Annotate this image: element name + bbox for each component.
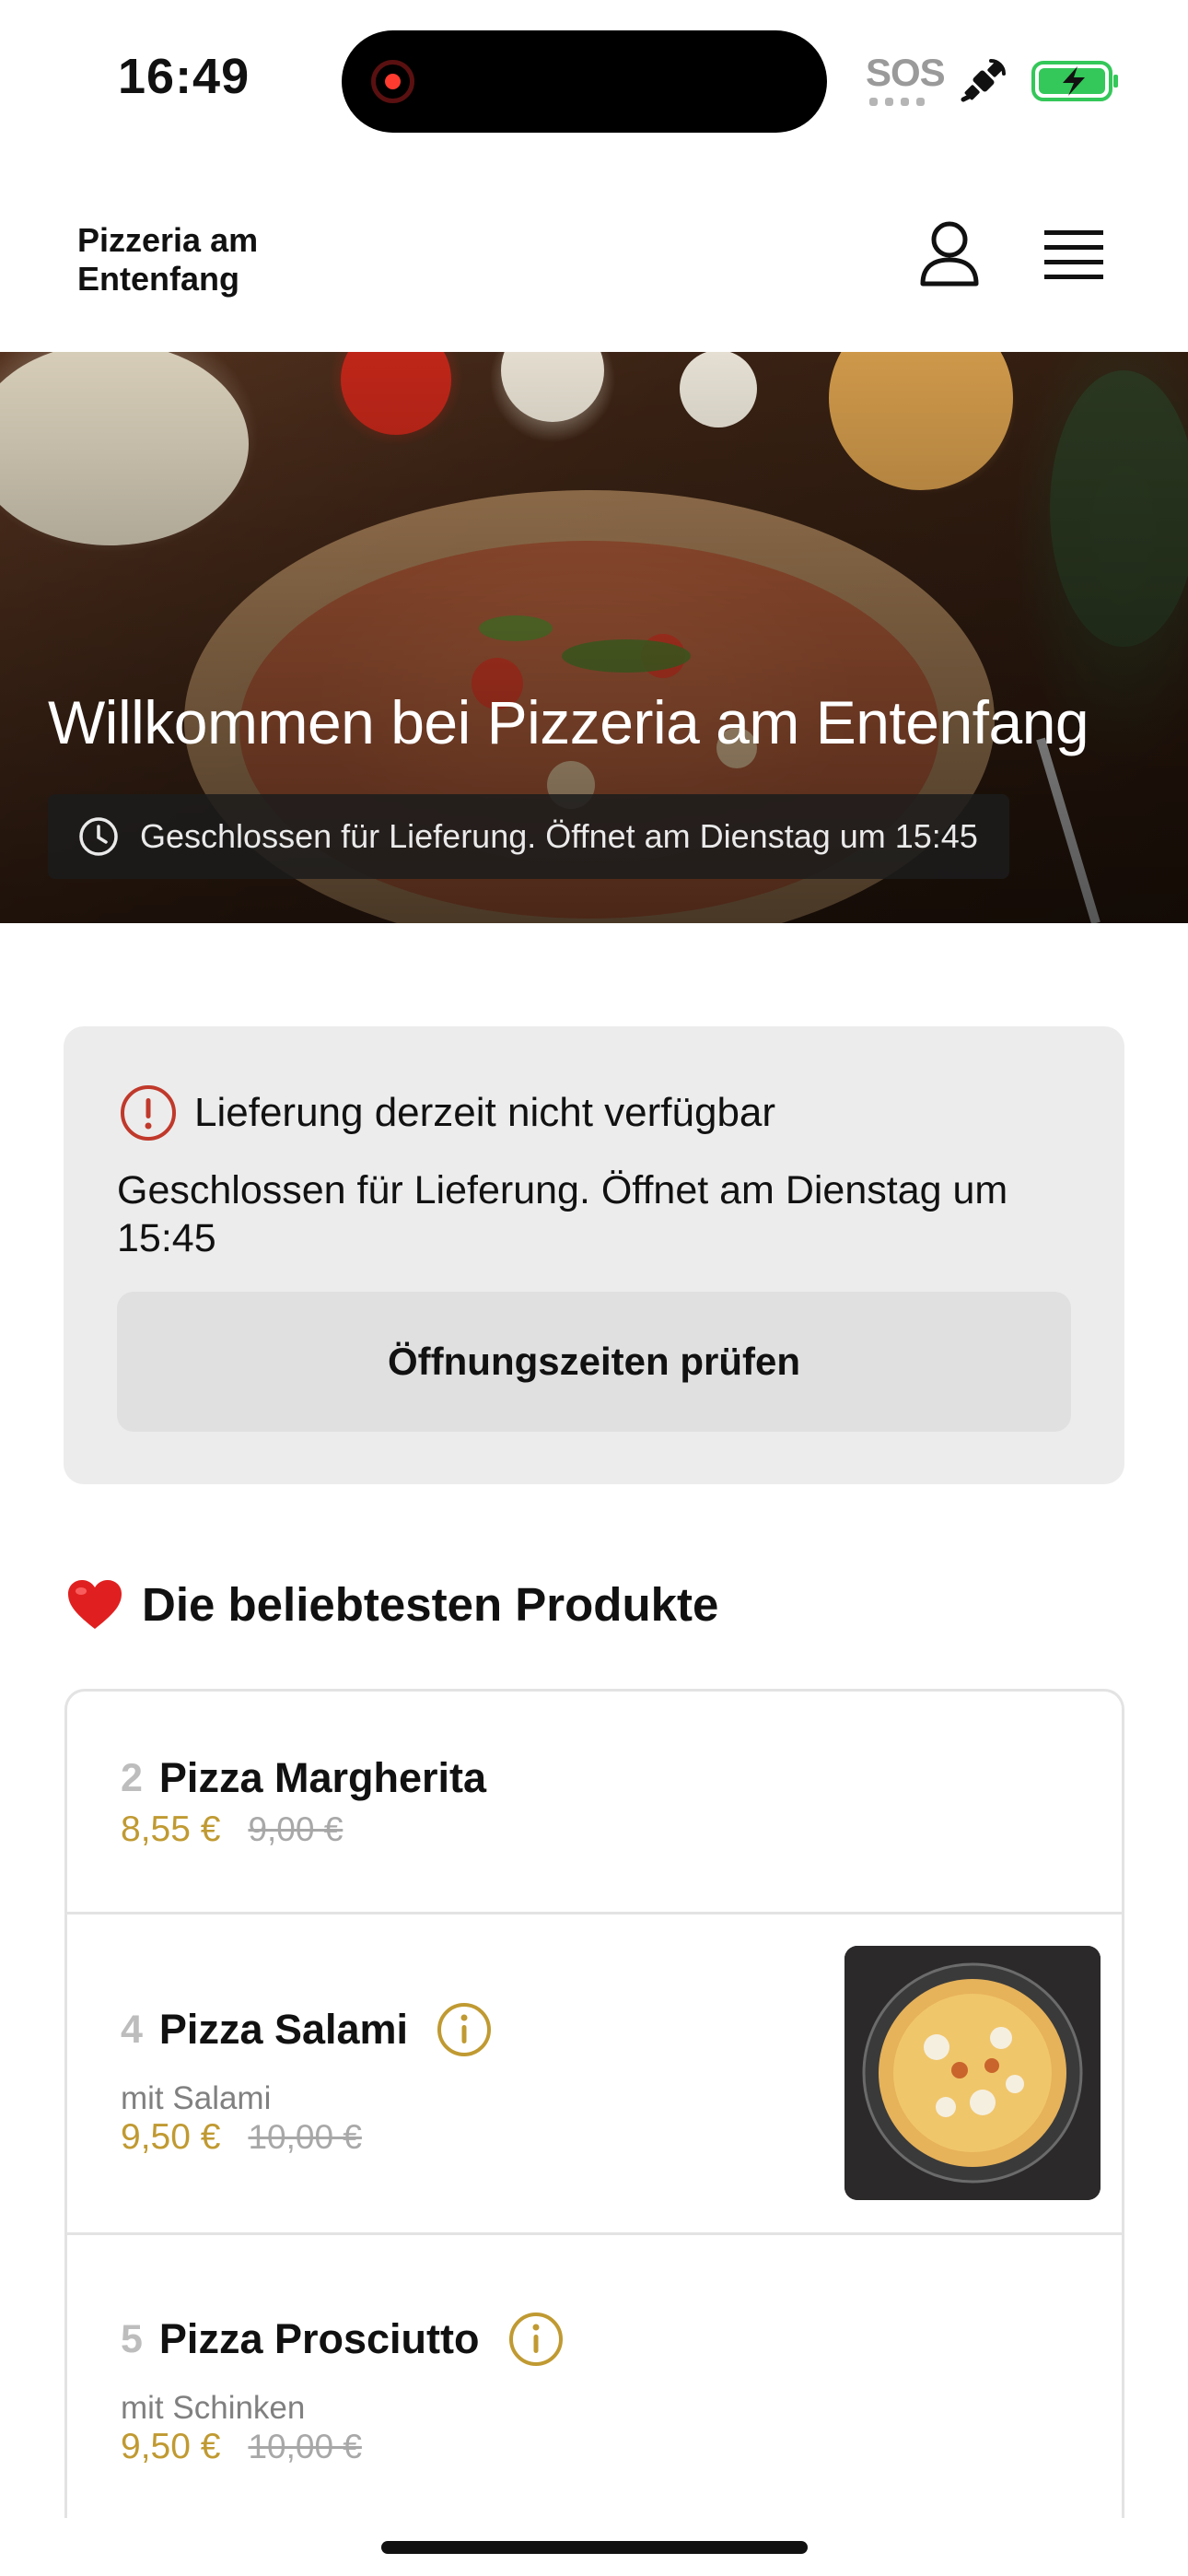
product-name-row: 2 Pizza Margherita [121, 1754, 486, 1802]
delivery-notice-card: Lieferung derzeit nicht verfügbar Geschl… [64, 1026, 1124, 1484]
user-icon[interactable] [917, 219, 982, 289]
price-row: 9,50 € 10,00 € [121, 2427, 362, 2467]
warning-info-icon [121, 1085, 176, 1141]
notice-title: Lieferung derzeit nicht verfügbar [194, 1090, 776, 1135]
product-old-price: 10,00 € [248, 2118, 362, 2156]
product-old-price: 9,00 € [248, 1810, 344, 1848]
popular-products-heading: Die beliebtesten Produkte [66, 1577, 718, 1632]
product-name: Pizza Prosciutto [158, 2315, 480, 2362]
product-number: 5 [121, 2316, 143, 2361]
heart-icon [68, 1579, 122, 1629]
product-number: 2 [121, 1755, 143, 1800]
info-icon[interactable] [507, 2311, 565, 2368]
status-bar: 16:49 SOS [0, 0, 1188, 157]
product-name-row: 5 Pizza Prosciutto [121, 2311, 565, 2368]
check-opening-hours-button[interactable]: Öffnungszeiten prüfen [117, 1292, 1071, 1432]
brand-name[interactable]: Pizzeria am Entenfang [77, 221, 381, 299]
sos-label: SOS [866, 51, 946, 94]
hamburger-menu-icon[interactable] [1042, 227, 1105, 282]
screen-recording-icon [371, 60, 414, 103]
page: 16:49 SOS Pizzeria am Entenfang Willkomm… [0, 0, 1188, 2576]
hero-banner: Willkommen bei Pizzeria am Entenfang Ges… [0, 352, 1188, 923]
delivery-status-text: Geschlossen für Lieferung. Öffnet am Die… [140, 817, 978, 855]
product-old-price: 10,00 € [248, 2428, 362, 2465]
notice-header: Lieferung derzeit nicht verfügbar [119, 1083, 775, 1142]
product-item-pizza-margherita[interactable]: 2 Pizza Margherita 8,55 € 9,00 € [67, 1692, 1122, 1914]
product-number: 4 [121, 2007, 143, 2052]
product-name: Pizza Salami [158, 2006, 409, 2053]
popular-products-title: Die beliebtesten Produkte [142, 1578, 719, 1631]
product-price: 8,55 € [121, 1809, 221, 1849]
signal-dots-icon [869, 98, 932, 106]
product-name-row: 4 Pizza Salami [121, 2001, 493, 2058]
home-indicator[interactable] [381, 2541, 808, 2554]
delivery-status-badge: Geschlossen für Lieferung. Öffnet am Die… [48, 794, 1009, 879]
product-image-pizza-salami[interactable] [844, 1946, 1101, 2200]
price-row: 9,50 € 10,00 € [121, 2117, 362, 2158]
product-description: mit Schinken [121, 2390, 306, 2426]
product-price: 9,50 € [121, 2427, 221, 2466]
product-description: mit Salami [121, 2080, 272, 2116]
status-time: 16:49 [118, 49, 250, 104]
dynamic-island[interactable] [342, 30, 827, 133]
sos-indicator: SOS [866, 51, 946, 109]
notice-body: Geschlossen für Lieferung. Öffnet am Die… [117, 1168, 1008, 1260]
product-price: 9,50 € [121, 2117, 221, 2157]
product-name: Pizza Margherita [158, 1754, 487, 1801]
app-header: Pizzeria am Entenfang [0, 157, 1188, 352]
battery-charging-icon [1031, 61, 1118, 101]
price-row: 8,55 € 9,00 € [121, 1809, 343, 1850]
pizza-photo [844, 1946, 1101, 2200]
product-item-pizza-salami[interactable]: 4 Pizza Salami mit Salami 9,50 € 10,00 € [67, 1914, 1122, 2235]
info-icon[interactable] [436, 2001, 493, 2058]
satellite-icon [961, 59, 1006, 102]
hero-title: Willkommen bei Pizzeria am Entenfang [48, 688, 1089, 756]
product-list: 2 Pizza Margherita 8,55 € 9,00 € 4 Pizza… [64, 1689, 1124, 2518]
clock-icon [79, 817, 118, 856]
product-item-pizza-prosciutto[interactable]: 5 Pizza Prosciutto mit Schinken 9,50 € 1… [67, 2235, 1122, 2518]
